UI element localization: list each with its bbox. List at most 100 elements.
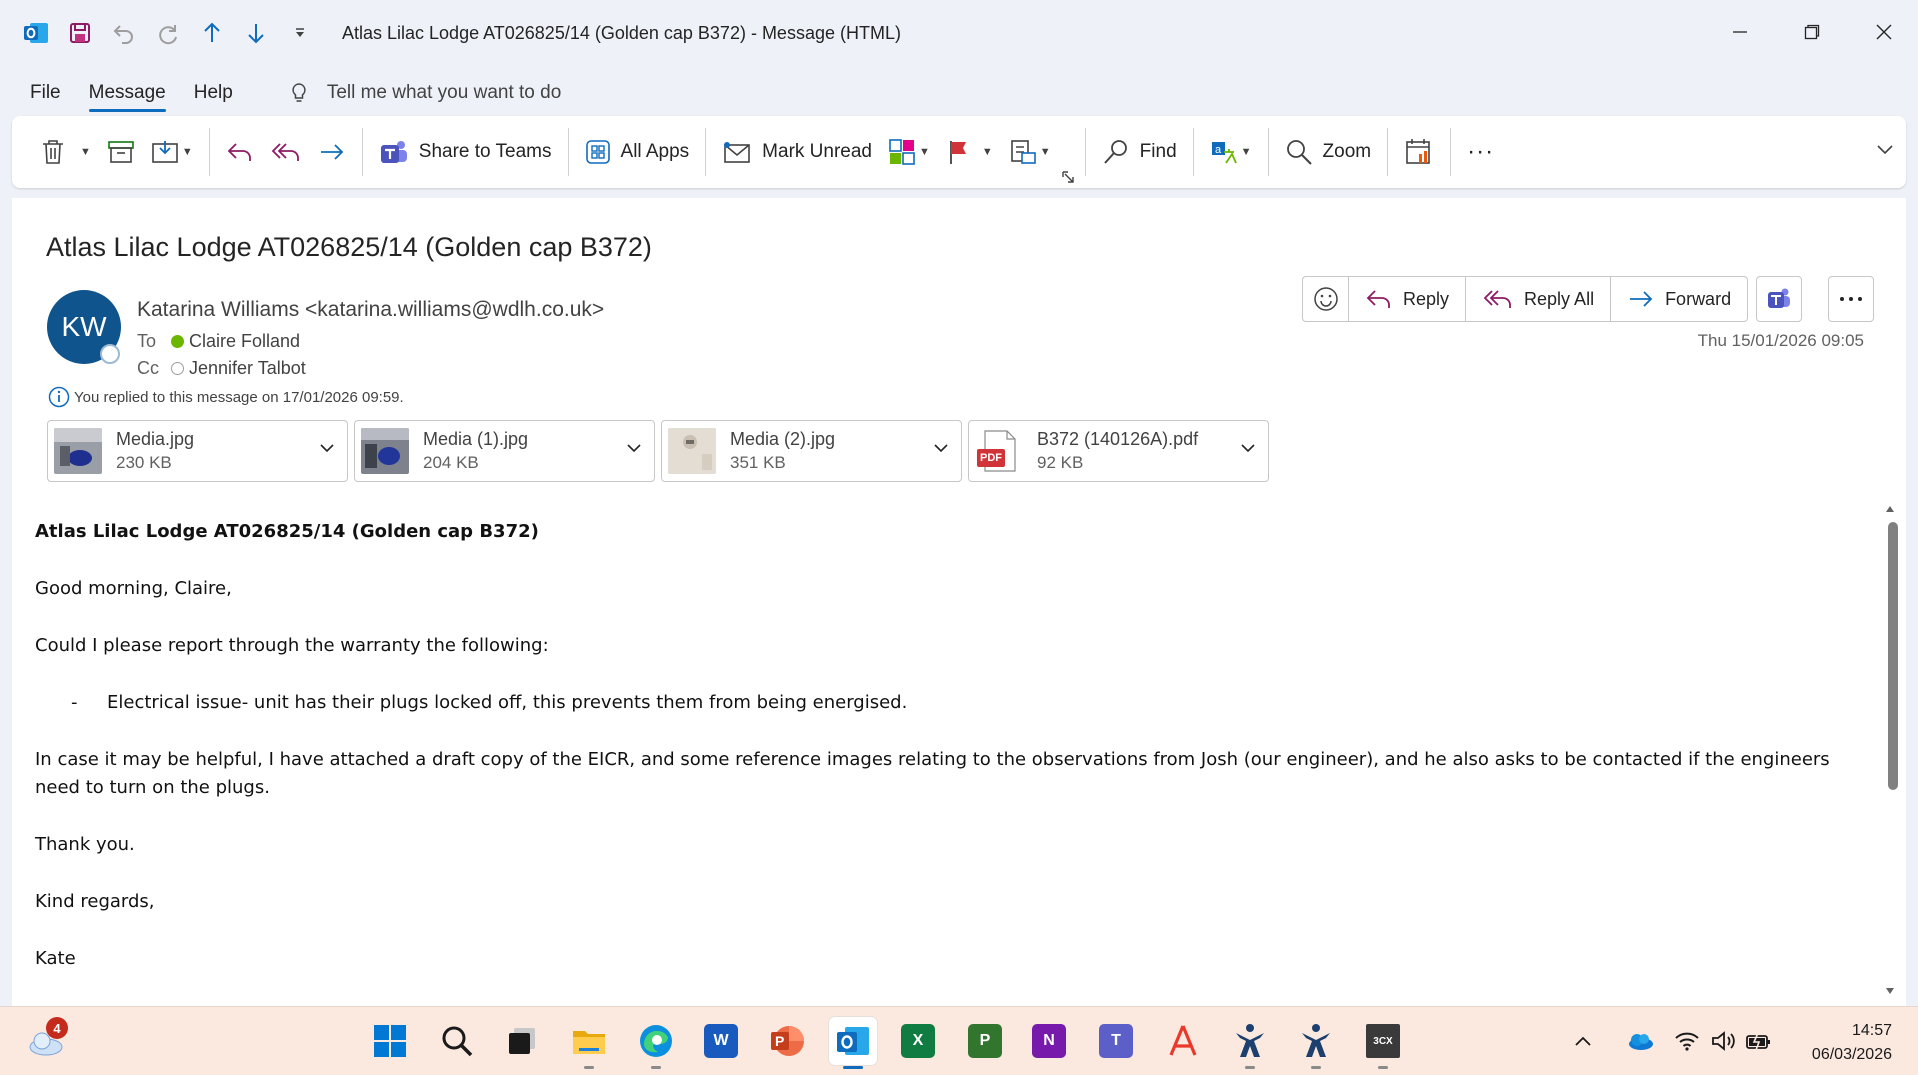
word-button[interactable]: W <box>697 1017 745 1065</box>
attachment-size: 92 KB <box>1037 453 1084 472</box>
apps-grid-icon <box>585 140 610 164</box>
outlook-button[interactable] <box>829 1017 877 1069</box>
cc-recipient[interactable]: Jennifer Talbot <box>189 358 306 379</box>
edge-button[interactable] <box>632 1017 680 1069</box>
tags-dialog-launcher[interactable] <box>1059 166 1077 188</box>
ribbon-reply-button[interactable] <box>218 128 262 176</box>
ribbon-reply-all-button[interactable] <box>262 128 310 176</box>
emoji-icon <box>1313 287 1338 311</box>
attachment-item[interactable]: Media (1).jpg 204 KB <box>354 420 655 482</box>
task-view-button[interactable] <box>498 1017 546 1065</box>
ribbon-expand-icon[interactable] <box>1876 142 1894 160</box>
follow-up-button[interactable]: ▼ <box>938 128 1001 176</box>
more-actions-button[interactable] <box>1828 276 1874 322</box>
chevron-down-icon[interactable] <box>933 441 949 459</box>
envelope-icon <box>724 142 750 163</box>
viva-insights-button[interactable] <box>1396 128 1442 176</box>
to-label: To <box>137 331 157 351</box>
sender[interactable]: Katarina Williams <katarina.williams@wdl… <box>137 298 604 322</box>
figure-app-icon <box>1302 1024 1330 1057</box>
show-hidden-icons-button[interactable] <box>1568 1017 1598 1065</box>
chevron-down-icon[interactable]: ▼ <box>182 146 193 158</box>
acrobat-button[interactable] <box>1159 1017 1207 1065</box>
chevron-down-icon[interactable]: ▼ <box>1241 146 1252 158</box>
trash-icon <box>43 140 63 164</box>
archive-button[interactable] <box>99 128 143 176</box>
undo-icon[interactable] <box>104 13 144 53</box>
volume-button[interactable] <box>1706 1017 1740 1065</box>
chevron-down-icon[interactable]: ▼ <box>1040 146 1051 158</box>
forward-icon <box>1630 291 1653 307</box>
all-apps-button[interactable]: All Apps <box>577 128 698 176</box>
battery-button[interactable] <box>1742 1017 1776 1065</box>
share-teams-button[interactable] <box>1756 276 1802 322</box>
to-recipient[interactable]: Claire Folland <box>189 331 300 352</box>
chevron-down-icon[interactable] <box>319 441 335 459</box>
powerpoint-button[interactable]: P <box>763 1017 811 1065</box>
attachment-item[interactable]: Media.jpg 230 KB <box>47 420 348 482</box>
chevron-down-icon[interactable] <box>1240 441 1256 459</box>
chevron-down-icon[interactable] <box>626 441 642 459</box>
teams-button[interactable]: T <box>1092 1017 1140 1065</box>
save-icon[interactable] <box>60 13 100 53</box>
zoom-icon <box>1286 140 1312 165</box>
scrollbar-thumb[interactable] <box>1888 522 1898 790</box>
teams-icon <box>380 141 407 163</box>
chevron-down-icon[interactable]: ▼ <box>919 146 930 158</box>
project-button[interactable]: P <box>961 1017 1009 1065</box>
translate-button[interactable]: a ▼ <box>1202 128 1260 176</box>
teams-taskbar-icon: T <box>1099 1024 1133 1058</box>
menu-bar: File Message Help Tell me what you want … <box>0 74 1918 112</box>
lightbulb-icon <box>292 83 306 102</box>
rules-button[interactable]: ▼ <box>1001 128 1059 176</box>
attachment-item[interactable]: Media (2).jpg 351 KB <box>661 420 962 482</box>
pdf-file-icon: PDF <box>975 428 1023 474</box>
chevron-down-icon[interactable]: ▼ <box>982 146 993 158</box>
mark-unread-button[interactable]: Mark Unread <box>714 128 880 176</box>
taskbar-search-button[interactable] <box>433 1017 481 1065</box>
minimize-button[interactable] <box>1712 10 1768 54</box>
start-button[interactable] <box>366 1017 414 1065</box>
clock[interactable]: 14:57 06/03/2026 <box>1812 1019 1892 1067</box>
menu-help[interactable]: Help <box>180 74 247 112</box>
excel-button[interactable]: X <box>894 1017 942 1065</box>
wifi-button[interactable] <box>1670 1017 1704 1065</box>
find-button[interactable]: Find <box>1094 128 1185 176</box>
reply-all-button[interactable]: Reply All <box>1466 277 1612 321</box>
onedrive-button[interactable] <box>1618 1017 1662 1065</box>
ribbon-forward-button[interactable] <box>310 128 354 176</box>
reply-button[interactable]: Reply <box>1349 277 1467 321</box>
customize-qat-icon[interactable] <box>280 13 320 53</box>
outlook-app-icon <box>16 13 56 53</box>
redo-icon[interactable] <box>148 13 188 53</box>
delete-button[interactable]: ▼ <box>32 128 99 176</box>
pinned-app-button[interactable] <box>1292 1017 1340 1069</box>
message-actions: Reply Reply All Forward <box>1348 276 1749 322</box>
menu-file[interactable]: File <box>16 74 75 112</box>
ribbon-separator <box>361 128 363 176</box>
forward-button[interactable]: Forward <box>1611 277 1747 321</box>
share-to-teams-button[interactable]: Share to Teams <box>371 128 560 176</box>
react-button[interactable] <box>1302 276 1348 322</box>
menu-message[interactable]: Message <box>75 74 180 112</box>
onenote-button[interactable]: N <box>1025 1017 1073 1065</box>
cc-label: Cc <box>137 358 159 378</box>
reply-all-label: Reply All <box>1524 288 1595 309</box>
close-window-button[interactable] <box>1856 10 1912 54</box>
folder-icon <box>573 1031 605 1054</box>
attachment-item[interactable]: PDF B372 (140126A).pdf 92 KB <box>968 420 1269 482</box>
categorize-button[interactable]: ▼ <box>880 128 938 176</box>
file-explorer-button[interactable] <box>565 1017 613 1069</box>
chevron-down-icon[interactable]: ▼ <box>80 146 91 158</box>
tell-me-search[interactable]: Tell me what you want to do <box>287 81 561 105</box>
next-item-icon[interactable] <box>236 13 276 53</box>
offline-status-icon <box>171 362 184 375</box>
restore-button[interactable] <box>1784 10 1840 54</box>
attachment-size: 204 KB <box>423 453 479 472</box>
pinned-app-button[interactable] <box>1226 1017 1274 1069</box>
3cx-button[interactable]: 3CX <box>1359 1017 1407 1069</box>
zoom-button[interactable]: Zoom <box>1277 128 1380 176</box>
previous-item-icon[interactable] <box>192 13 232 53</box>
move-button[interactable]: ▼ <box>143 128 201 176</box>
more-commands-button[interactable]: ··· <box>1459 128 1502 176</box>
